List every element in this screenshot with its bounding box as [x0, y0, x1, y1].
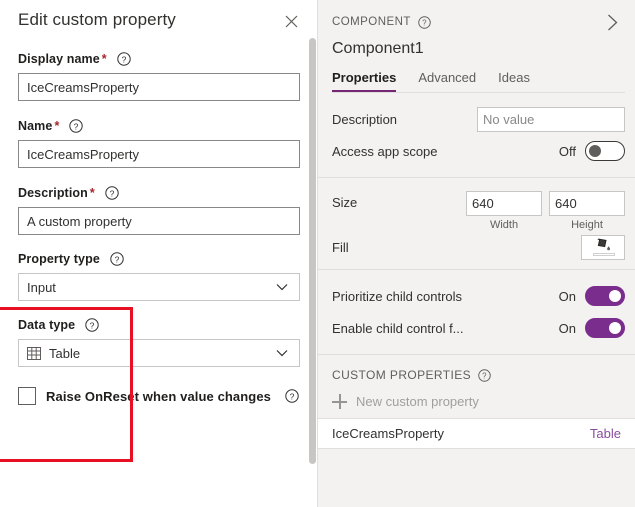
svg-text:?: ?	[74, 121, 79, 131]
data-type-label: Data type	[18, 318, 75, 332]
edit-custom-property-dialog: Edit custom property Display name *	[0, 0, 318, 507]
display-name-label: Display name	[18, 52, 100, 66]
section-child-controls: Prioritize child controls On Enable chil…	[318, 270, 635, 355]
tab-advanced[interactable]: Advanced	[418, 67, 476, 92]
help-circle-icon[interactable]: ?	[105, 186, 119, 200]
svg-text:?: ?	[115, 254, 120, 264]
chevron-right-icon[interactable]	[599, 9, 625, 35]
raise-onreset-checkbox[interactable]	[18, 387, 36, 405]
dialog-title: Edit custom property	[18, 9, 176, 31]
component-eyebrow-label: COMPONENT	[332, 16, 411, 28]
tab-ideas[interactable]: Ideas	[498, 67, 530, 92]
display-name-input[interactable]	[18, 73, 300, 101]
dialog-scrollbar[interactable]	[309, 0, 316, 507]
chevron-down-icon	[275, 280, 289, 294]
field-description: Description * ?	[18, 185, 300, 235]
field-data-type: Data type ?	[18, 317, 300, 367]
enable-child-control-label: Enable child control f...	[332, 321, 559, 336]
description-input[interactable]	[18, 207, 300, 235]
access-app-scope-state: Off	[559, 144, 576, 159]
prioritize-child-controls-toggle[interactable]	[585, 286, 625, 306]
prioritize-child-controls-state: On	[559, 289, 576, 304]
custom-property-list-item[interactable]: IceCreamsProperty Table	[318, 418, 635, 449]
plus-icon	[332, 394, 347, 409]
section-size-fill: Size Width Height Fill	[318, 178, 635, 270]
custom-properties-header-label: CUSTOM PROPERTIES	[332, 368, 471, 382]
fill-color-button[interactable]	[581, 235, 625, 260]
svg-text:?: ?	[482, 371, 487, 380]
property-type-dropdown[interactable]: Input	[18, 273, 300, 301]
custom-properties-header: CUSTOM PROPERTIES ?	[318, 355, 635, 391]
data-type-value: Table	[49, 346, 80, 361]
help-circle-icon[interactable]: ?	[117, 52, 131, 66]
access-app-scope-label: Access app scope	[332, 144, 559, 159]
svg-text:?: ?	[422, 18, 427, 27]
property-type-value: Input	[27, 280, 275, 295]
section-general: Description Access app scope Off	[318, 93, 635, 178]
fill-color-swatch	[593, 253, 615, 256]
description-label: Description	[18, 186, 88, 200]
svg-text:?: ?	[90, 320, 95, 330]
height-caption: Height	[571, 219, 603, 231]
dialog-header: Edit custom property	[18, 0, 300, 34]
height-input[interactable]	[549, 191, 625, 216]
component-eyebrow: COMPONENT ?	[332, 16, 431, 29]
row-description: Description	[332, 104, 625, 134]
field-property-type: Property type ? Input	[18, 251, 300, 301]
description-value-input[interactable]	[477, 107, 625, 132]
help-circle-icon[interactable]: ?	[110, 252, 124, 266]
field-name: Name * ?	[18, 118, 300, 168]
help-circle-icon[interactable]: ?	[418, 16, 431, 29]
close-icon[interactable]	[278, 8, 304, 34]
svg-text:?: ?	[290, 391, 295, 401]
access-app-scope-toggle[interactable]	[585, 141, 625, 161]
new-custom-property-button[interactable]: New custom property	[318, 391, 635, 418]
custom-property-type[interactable]: Table	[590, 426, 621, 441]
component-title: Component1	[332, 38, 625, 59]
properties-panel-tabs: Properties Advanced Ideas	[332, 67, 625, 93]
name-required-star: *	[54, 119, 59, 133]
chevron-down-icon	[275, 346, 289, 360]
fill-label: Fill	[332, 240, 581, 255]
enable-child-control-toggle[interactable]	[585, 318, 625, 338]
width-input[interactable]	[466, 191, 542, 216]
data-type-dropdown[interactable]: Table	[18, 339, 300, 367]
dialog-scrollbar-thumb[interactable]	[309, 38, 316, 464]
prioritize-child-controls-label: Prioritize child controls	[332, 289, 559, 304]
field-display-name: Display name * ?	[18, 51, 300, 101]
custom-property-name: IceCreamsProperty	[332, 426, 444, 441]
row-prioritize-child-controls: Prioritize child controls On	[332, 281, 625, 311]
description-row-label: Description	[332, 112, 477, 127]
help-circle-icon[interactable]: ?	[69, 119, 83, 133]
table-grid-icon	[27, 347, 41, 360]
raise-onreset-checkbox-row[interactable]: Raise OnReset when value changes ?	[18, 387, 300, 405]
help-circle-icon[interactable]: ?	[85, 318, 99, 332]
tab-properties[interactable]: Properties	[332, 67, 396, 92]
name-input[interactable]	[18, 140, 300, 168]
help-circle-icon[interactable]: ?	[478, 369, 491, 382]
raise-onreset-label: Raise OnReset when value changes	[46, 389, 271, 404]
properties-panel-header: COMPONENT ? Component1 Propertie	[318, 0, 635, 93]
row-fill: Fill	[332, 235, 625, 260]
properties-panel: COMPONENT ? Component1 Propertie	[318, 0, 635, 507]
property-type-label: Property type	[18, 252, 100, 266]
description-required-star: *	[90, 186, 95, 200]
enable-child-control-state: On	[559, 321, 576, 336]
row-enable-child-control: Enable child control f... On	[332, 313, 625, 343]
size-label: Size	[332, 191, 466, 210]
properties-panel-footer-space	[318, 449, 635, 483]
row-access-app-scope: Access app scope Off	[332, 136, 625, 166]
help-circle-icon[interactable]: ?	[285, 389, 299, 403]
app-root: Edit custom property Display name *	[0, 0, 635, 507]
svg-text:?: ?	[121, 54, 126, 64]
display-name-required-star: *	[102, 52, 107, 66]
svg-text:?: ?	[109, 188, 114, 198]
width-caption: Width	[490, 219, 518, 231]
row-size: Size Width Height	[332, 187, 625, 231]
new-custom-property-label: New custom property	[356, 394, 479, 409]
name-label: Name	[18, 119, 52, 133]
